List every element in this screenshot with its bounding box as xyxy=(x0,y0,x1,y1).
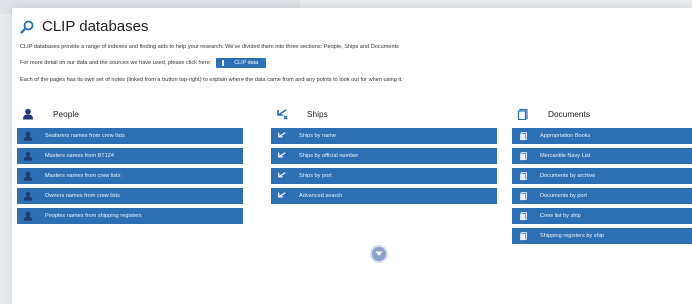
person-icon xyxy=(17,191,39,201)
documents-item-shipping-registers-by-ship[interactable]: Shipping registers by ship xyxy=(512,228,692,244)
person-icon xyxy=(17,151,39,161)
documents-item-label: Crew list by ship xyxy=(540,213,581,219)
ships-heading-label: Ships xyxy=(307,109,328,119)
ship-icon xyxy=(271,151,293,161)
page-title: CLIP databases xyxy=(42,18,149,35)
ships-item-label: Ships by name xyxy=(299,133,337,139)
document-icon xyxy=(512,151,534,161)
clip-data-button-marker xyxy=(222,60,225,66)
document-icon xyxy=(512,191,534,201)
people-item-label: Masters names from crew lists xyxy=(45,173,121,179)
title-row: CLIP databases xyxy=(20,18,148,35)
documents-item-label: Appropriation Books xyxy=(540,133,591,139)
documents-item-label: Shipping registers by ship xyxy=(540,233,605,239)
ships-item-by-official-number[interactable]: Ships by official number xyxy=(271,148,497,164)
clip-data-button[interactable]: CLIP data xyxy=(216,58,267,68)
scroll-down-button[interactable] xyxy=(370,245,388,263)
people-item-label: Owners names from crew lists xyxy=(45,193,120,199)
people-item-label: Seafarers names from crew lists xyxy=(45,133,125,139)
documents-item-label: Documents by port xyxy=(540,193,587,199)
clip-databases-page: CLIP databases CLIP databases provide a … xyxy=(12,8,692,304)
ships-item-label: Ships by port xyxy=(299,173,332,179)
people-item-seafarers[interactable]: Seafarers names from crew lists xyxy=(17,128,243,144)
documents-heading: Documents xyxy=(512,106,692,122)
people-heading: People xyxy=(17,106,243,122)
documents-item-by-archive[interactable]: Documents by archive xyxy=(512,168,692,184)
documents-item-mercantile-navy-list[interactable]: Mercantile Navy List xyxy=(512,148,692,164)
person-icon xyxy=(17,211,39,221)
ships-item-by-port[interactable]: Ships by port xyxy=(271,168,497,184)
people-item-label: Peoples names from shipping registers xyxy=(45,213,142,219)
ships-item-by-name[interactable]: Ships by name xyxy=(271,128,497,144)
person-icon xyxy=(17,131,39,141)
intro-text-1: CLIP databases provide a range of indexe… xyxy=(20,44,399,50)
documents-item-label: Documents by archive xyxy=(540,173,596,179)
people-column: People Seafarers names from crew lists M… xyxy=(17,106,243,228)
clip-data-button-label: CLIP data xyxy=(234,60,259,66)
document-icon xyxy=(512,171,534,181)
document-icon xyxy=(512,108,534,120)
documents-item-label: Mercantile Navy List xyxy=(540,153,591,159)
ship-icon xyxy=(271,191,293,201)
ships-heading: Ships xyxy=(271,106,497,122)
ships-item-label: Advanced search xyxy=(299,193,343,199)
people-item-masters-bt124[interactable]: Masters names from BT124 xyxy=(17,148,243,164)
person-icon xyxy=(17,171,39,181)
people-item-owners[interactable]: Owners names from crew lists xyxy=(17,188,243,204)
search-icon xyxy=(20,20,34,34)
intro-text-2-row: For more detail on our data and the sour… xyxy=(20,58,267,68)
documents-item-appropriation-books[interactable]: Appropriation Books xyxy=(512,128,692,144)
document-icon xyxy=(512,231,534,241)
ships-column: Ships Ships by name Ships by official nu… xyxy=(271,106,497,208)
ships-item-label: Ships by official number xyxy=(299,153,359,159)
documents-item-crew-list-by-ship[interactable]: Crew list by ship xyxy=(512,208,692,224)
people-item-masters-crew-lists[interactable]: Masters names from crew lists xyxy=(17,168,243,184)
chevron-down-circle-icon xyxy=(372,247,386,261)
ship-icon xyxy=(271,171,293,181)
ship-icon xyxy=(271,131,293,141)
intro-text-3: Each of the pages has its own set of not… xyxy=(20,77,403,83)
documents-column: Documents Appropriation Books Mercantile… xyxy=(512,106,692,248)
people-item-shipping-registers[interactable]: Peoples names from shipping registers xyxy=(17,208,243,224)
intro-text-2: For more detail on our data and the sour… xyxy=(20,60,212,66)
documents-heading-label: Documents xyxy=(548,109,590,119)
people-item-label: Masters names from BT124 xyxy=(45,153,115,159)
ship-icon xyxy=(271,108,293,120)
person-icon xyxy=(17,108,39,120)
document-icon xyxy=(512,131,534,141)
people-heading-label: People xyxy=(53,109,79,119)
document-icon xyxy=(512,211,534,221)
ships-item-advanced-search[interactable]: Advanced search xyxy=(271,188,497,204)
documents-item-by-port[interactable]: Documents by port xyxy=(512,188,692,204)
